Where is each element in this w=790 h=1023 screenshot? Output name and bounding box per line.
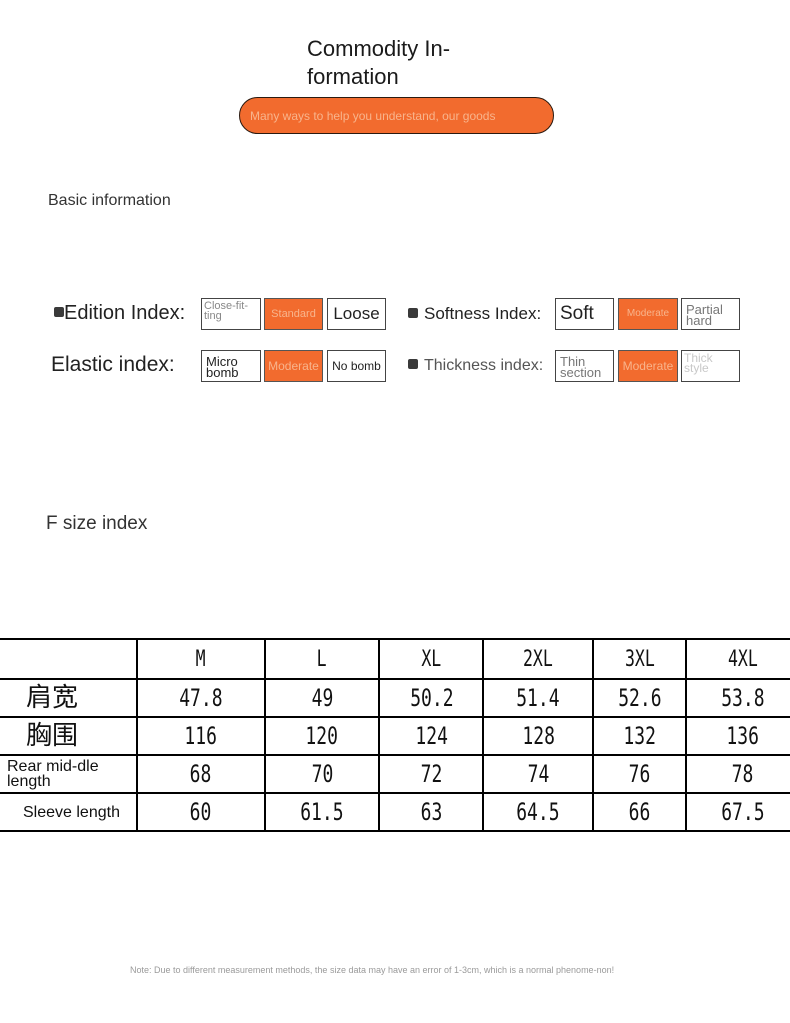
table-cell: 52.6 bbox=[592, 678, 688, 718]
row-header: Rear mid-dle length bbox=[0, 754, 138, 794]
table-cell: 61.5 bbox=[263, 792, 381, 832]
table-cell: 128 bbox=[482, 716, 595, 756]
elastic-option-micro-bomb: Micro bomb bbox=[201, 350, 261, 382]
row-header: 胸围 bbox=[0, 716, 138, 756]
header-cell: 4XL bbox=[685, 638, 790, 680]
table-header-row: M L XL 2XL 3XL 4XL bbox=[0, 638, 790, 680]
edition-index-label: Edition Index: bbox=[54, 302, 185, 325]
table-row: 胸围 116 120 124 128 132 136 bbox=[0, 716, 790, 756]
table-cell: 136 bbox=[685, 716, 790, 756]
row-header: Sleeve length bbox=[0, 792, 138, 832]
elastic-index-label: Elastic index: bbox=[51, 353, 175, 376]
row-header: 肩宽 bbox=[0, 678, 138, 718]
subtitle-text: Many ways to help you understand, our go… bbox=[250, 109, 496, 123]
table-cell: 74 bbox=[482, 754, 595, 794]
table-cell: 53.8 bbox=[685, 678, 790, 718]
page-title: Commodity In-formation bbox=[307, 36, 451, 89]
size-index-heading: F size index bbox=[46, 513, 148, 534]
header-cell: 3XL bbox=[592, 638, 688, 680]
table-cell: 120 bbox=[263, 716, 381, 756]
header-cell: XL bbox=[378, 638, 485, 680]
elastic-option-no-bomb: No bomb bbox=[327, 350, 386, 382]
edition-option-loose: Loose bbox=[327, 298, 386, 330]
bullet-icon bbox=[408, 308, 418, 318]
table-cell: 76 bbox=[592, 754, 688, 794]
table-cell: 116 bbox=[135, 716, 266, 756]
subtitle-banner: Many ways to help you understand, our go… bbox=[239, 97, 554, 134]
thickness-option-thin-section: Thin section bbox=[555, 350, 614, 382]
table-cell: 72 bbox=[378, 754, 485, 794]
table-cell: 66 bbox=[592, 792, 688, 832]
softness-option-partial-hard: Partial hard bbox=[681, 298, 740, 330]
edition-option-standard-selected: Standard bbox=[264, 298, 323, 330]
bullet-icon bbox=[54, 307, 64, 317]
softness-option-moderate-selected: Moderate bbox=[618, 298, 678, 330]
table-cell: 78 bbox=[685, 754, 790, 794]
header-cell: 2XL bbox=[482, 638, 595, 680]
bullet-icon bbox=[408, 359, 418, 369]
table-cell: 68 bbox=[135, 754, 266, 794]
size-table: M L XL 2XL 3XL 4XL 肩宽 47.8 49 50.2 51.4 … bbox=[0, 638, 790, 832]
basic-info-heading: Basic information bbox=[48, 192, 171, 209]
table-cell: 47.8 bbox=[135, 678, 266, 718]
table-cell: 67.5 bbox=[685, 792, 790, 832]
table-cell: 124 bbox=[378, 716, 485, 756]
table-cell: 70 bbox=[263, 754, 381, 794]
thickness-option-thick-style: Thick style bbox=[681, 350, 740, 382]
table-cell: 63 bbox=[378, 792, 485, 832]
elastic-option-moderate-selected: Moderate bbox=[264, 350, 323, 382]
header-cell-empty bbox=[0, 638, 138, 680]
table-row: Sleeve length 60 61.5 63 64.5 66 67.5 bbox=[0, 792, 790, 832]
table-cell: 60 bbox=[135, 792, 266, 832]
table-cell: 49 bbox=[263, 678, 381, 718]
table-cell: 50.2 bbox=[378, 678, 485, 718]
softness-index-label: Softness Index: bbox=[408, 304, 541, 324]
thickness-index-label: Thickness index: bbox=[408, 357, 543, 375]
thickness-option-moderate-selected: Moderate bbox=[618, 350, 678, 382]
softness-option-soft: Soft bbox=[555, 298, 614, 330]
header-cell: M bbox=[135, 638, 266, 680]
measurement-note: Note: Due to different measurement metho… bbox=[130, 965, 615, 975]
table-cell: 64.5 bbox=[482, 792, 595, 832]
table-row: Rear mid-dle length 68 70 72 74 76 78 bbox=[0, 754, 790, 794]
edition-option-close-fitting: Close-fit-ting bbox=[201, 298, 261, 330]
header-cell: L bbox=[263, 638, 381, 680]
table-cell: 51.4 bbox=[482, 678, 595, 718]
table-cell: 132 bbox=[592, 716, 688, 756]
table-row: 肩宽 47.8 49 50.2 51.4 52.6 53.8 bbox=[0, 678, 790, 718]
